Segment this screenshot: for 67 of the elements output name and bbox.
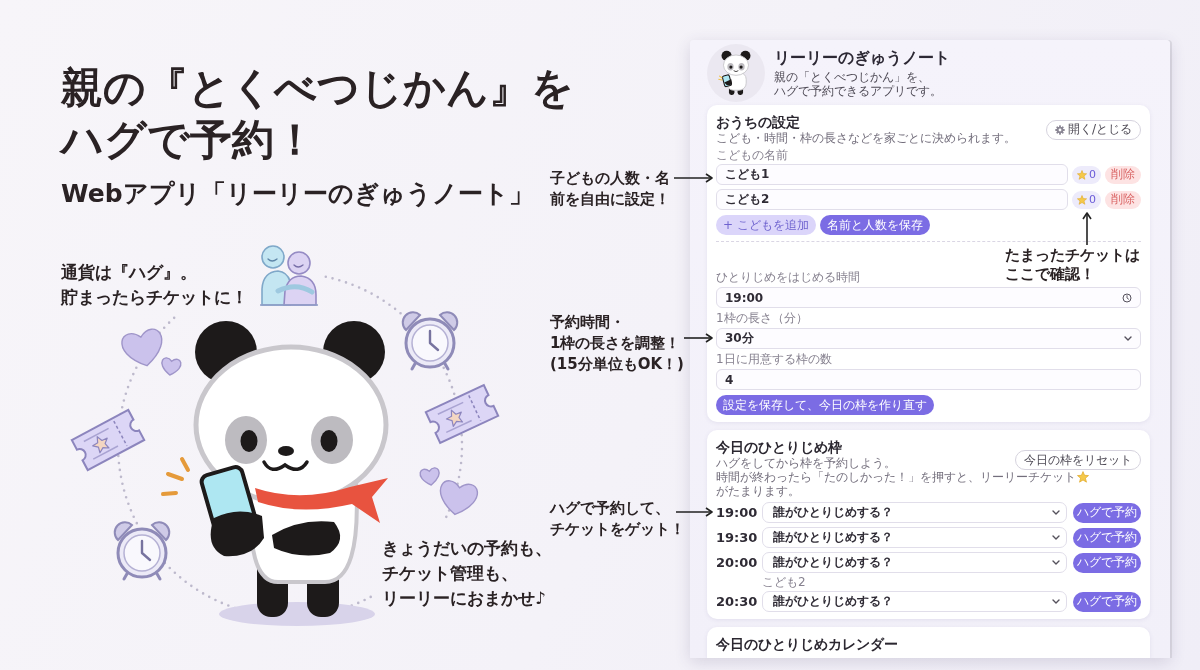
chevron-down-icon	[1124, 336, 1132, 341]
select-field[interactable]: 30分	[716, 328, 1141, 349]
name-field[interactable]: こども2	[716, 189, 1068, 210]
card-description: ハグをしてから枠を予約しよう。	[716, 456, 896, 470]
reset-button[interactable]: 今日の枠をリセット	[1015, 450, 1141, 470]
field-label: こどもの名前	[716, 148, 788, 162]
star-icon	[1077, 194, 1087, 205]
callout-text: 子どもの人数・名 前を自由に設定！	[550, 168, 670, 210]
field-label: 1枠の長さ（分）	[716, 311, 808, 325]
pointer-arrow	[676, 507, 713, 517]
chevron-down-icon	[1052, 535, 1060, 540]
child-select[interactable]: 誰がひとりじめする？	[762, 552, 1067, 573]
app-title: リーリーのぎゅうノート	[774, 48, 950, 67]
reserve-button[interactable]: ハグで予約	[1073, 527, 1141, 548]
slot-time: 19:00	[716, 505, 756, 520]
pointer-arrow	[674, 173, 713, 183]
subtitle: Webアプリ「リーリーのぎゅうノート」	[61, 178, 534, 210]
star-icon	[1077, 169, 1087, 180]
reserve-button[interactable]: ハグで予約	[1073, 502, 1141, 523]
sparkle-icon	[161, 457, 190, 496]
card-description: がたまります。	[716, 484, 800, 498]
card-title: おうちの設定	[716, 114, 800, 131]
add-child-button[interactable]: + こどもを追加	[716, 215, 816, 235]
clock-icon	[1122, 292, 1132, 303]
pointer-arrow	[1082, 212, 1092, 245]
name-field[interactable]: こども1	[716, 164, 1068, 185]
card-title: 今日のひとりじめ枠	[716, 439, 842, 456]
ticket-icon	[424, 384, 500, 444]
hugging-people-icon	[259, 245, 319, 306]
card-title: 今日のひとりじめカレンダー	[716, 636, 898, 653]
chevron-down-icon	[1052, 510, 1060, 515]
child-select[interactable]: 誰がひとりじめする？	[762, 527, 1067, 548]
app-tagline: 親の「とくべつじかん」を、 ハグで予約できるアプリです。	[774, 70, 942, 98]
caption-text: 通貨は『ハグ』。 貯まったらチケットに！	[61, 261, 248, 309]
field-label: ひとりじめをはじめる時間	[716, 270, 860, 284]
reserve-button[interactable]: ハグで予約	[1073, 552, 1141, 573]
field-label: 1日に用意する枠の数	[716, 352, 832, 366]
card-description: こども・時間・枠の長さなどを家ごとに決められます。	[716, 131, 1016, 145]
callout-text: ハグで予約して、 チケットをゲット！	[550, 498, 685, 540]
reserve-button[interactable]: ハグで予約	[1073, 591, 1141, 612]
card-description: 時間が終わったら「たのしかった！」を押すと、リーリーチケット	[716, 470, 1076, 484]
save-settings-button[interactable]: 設定を保存して、今日の枠を作り直す	[716, 395, 934, 415]
slot-time: 20:30	[716, 594, 756, 609]
slot-time: 20:00	[716, 555, 756, 570]
callout-text: 予約時間・ 1枠の長さを調整！ (15分単位もOK！)	[550, 312, 684, 375]
chevron-down-icon	[1052, 599, 1060, 604]
child-select[interactable]: 誰がひとりじめする？	[762, 502, 1067, 523]
ticket-count: 0	[1089, 193, 1096, 206]
headline: 親の『とくべつじかん』を ハグで予約！	[61, 62, 574, 166]
alarm-clock-icon	[113, 521, 171, 581]
chevron-down-icon	[1052, 560, 1060, 565]
caption-text: きょうだいの予約も、 チケット管理も、 リーリーにおまかせ♪	[382, 537, 552, 610]
ticket-icon	[70, 408, 146, 472]
pointer-arrow	[684, 333, 713, 343]
number-field[interactable]: 4	[716, 369, 1141, 390]
alarm-clock-icon	[401, 311, 459, 371]
save-names-button[interactable]: 名前と人数を保存	[819, 215, 930, 235]
child-select[interactable]: 誰がひとりじめする？	[762, 591, 1067, 612]
ticket-count: 0	[1089, 168, 1096, 181]
slot-time: 19:30	[716, 530, 756, 545]
star-icon	[1077, 471, 1089, 483]
time-field[interactable]: 19:00	[716, 287, 1141, 308]
callout-text: たまったチケットは ここで確認！	[1005, 246, 1140, 284]
panda-avatar-drawing	[707, 44, 765, 102]
slot-note: こども2	[762, 575, 806, 589]
toggle-button[interactable]: 開く/とじる	[1045, 119, 1141, 140]
settings-icon	[1054, 124, 1065, 135]
